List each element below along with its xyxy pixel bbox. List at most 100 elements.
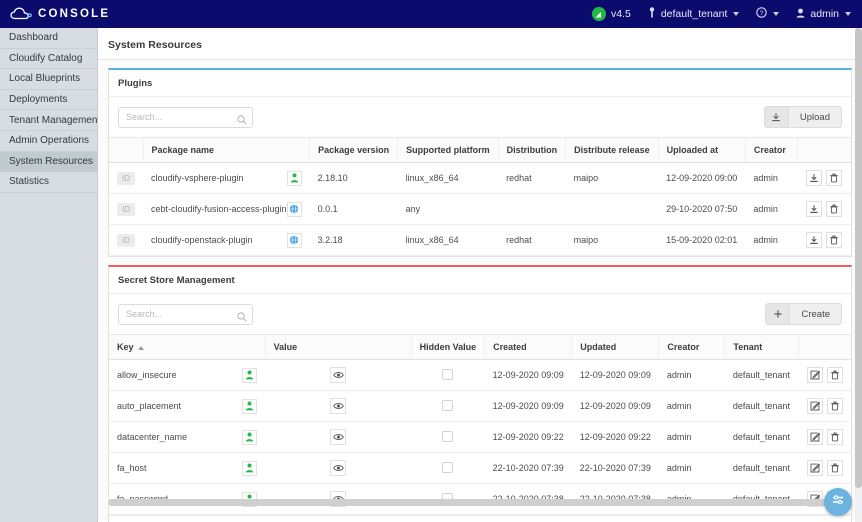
delete-icon[interactable] [826, 232, 842, 248]
upload-icon[interactable] [764, 106, 788, 128]
package-name-label: cebt-cloudify-fusion-access-plugin [151, 204, 287, 214]
sidebar-item-label: Admin Operations [9, 135, 89, 146]
plugins-search[interactable] [118, 107, 253, 128]
sidebar-item-local-blueprints[interactable]: Local Blueprints [0, 69, 97, 90]
plugins-table-head: Package namePackage versionSupported pla… [109, 138, 851, 163]
sidebar-item-label: Deployments [9, 94, 67, 105]
plugins-col-header[interactable]: Creator [745, 138, 798, 163]
delete-icon[interactable] [827, 429, 843, 445]
eye-icon[interactable] [330, 460, 346, 476]
secrets-col-header[interactable]: Hidden Value [411, 335, 485, 360]
sidebar-item-dashboard[interactable]: Dashboard [0, 28, 97, 49]
horizontal-scrollbar-thumb[interactable] [108, 499, 843, 506]
secrets-col-header[interactable]: Created [485, 335, 572, 360]
download-icon[interactable] [806, 170, 822, 186]
secret-key-cell: auto_placement [109, 391, 265, 422]
sidebar-item-system-resources[interactable]: System Resources [0, 152, 97, 173]
delete-icon[interactable] [827, 398, 843, 414]
uploaded-at-cell: 29-10-2020 07:50 [658, 194, 745, 225]
plugins-toolbar: Upload [109, 97, 851, 137]
vertical-scrollbar[interactable] [855, 28, 862, 522]
plugins-table-wrap: Package namePackage versionSupported pla… [109, 137, 851, 256]
plugins-col-header[interactable] [109, 138, 143, 163]
plugins-upload-group[interactable]: Upload [764, 106, 842, 128]
hidden-value-checkbox[interactable] [442, 431, 453, 442]
version-indicator[interactable]: v4.5 [592, 7, 631, 21]
brand[interactable]: CONSOLE [0, 7, 98, 22]
download-icon[interactable] [806, 232, 822, 248]
edit-icon[interactable] [807, 367, 823, 383]
plugins-col-header[interactable]: Distribution [498, 138, 566, 163]
secrets-create-group[interactable]: Create [765, 303, 842, 325]
globe-blue-icon [287, 202, 302, 217]
secrets-col-header[interactable]: Value [265, 335, 411, 360]
secrets-col-header[interactable]: Tenant [725, 335, 799, 360]
secrets-col-header[interactable]: Creator [659, 335, 725, 360]
hidden-value-checkbox[interactable] [442, 369, 453, 380]
sidebar-item-statistics[interactable]: Statistics [0, 172, 97, 193]
secrets-search[interactable] [118, 304, 253, 325]
user-icon [796, 8, 805, 21]
secrets-search-input[interactable] [118, 304, 253, 325]
eye-icon[interactable] [330, 367, 346, 383]
plugins-col-header[interactable]: Package name [143, 138, 310, 163]
row-actions [807, 367, 843, 383]
table-row[interactable]: datacenter_name12-09-2020 09:2212-09-202… [109, 422, 851, 453]
sidebar-item-tenant-management[interactable]: Tenant Management [0, 110, 97, 131]
table-row[interactable]: IDcloudify-openstack-plugin3.2.18linux_x… [109, 225, 851, 256]
plugins-search-input[interactable] [118, 107, 253, 128]
create-button[interactable]: Create [789, 303, 842, 325]
plugins-col-header[interactable]: Package version [310, 138, 398, 163]
edit-icon[interactable] [807, 460, 823, 476]
sidebar-item-cloudify-catalog[interactable]: Cloudify Catalog [0, 49, 97, 70]
secret-key-label: fa_host [117, 463, 147, 473]
delete-icon[interactable] [826, 170, 842, 186]
creator-cell: admin [659, 422, 725, 453]
table-row[interactable]: auto_placement12-09-2020 09:0912-09-2020… [109, 391, 851, 422]
secrets-col-header[interactable]: Key [109, 335, 265, 360]
chevron-down-icon [845, 12, 851, 16]
table-row[interactable]: allow_insecure12-09-2020 09:0912-09-2020… [109, 360, 851, 391]
hidden-value-cell [411, 391, 485, 422]
edit-icon[interactable] [807, 398, 823, 414]
plugins-col-header[interactable]: Uploaded at [658, 138, 745, 163]
secrets-col-header[interactable] [799, 335, 851, 360]
hidden-value-checkbox[interactable] [442, 462, 453, 473]
row-actions [806, 170, 843, 186]
secrets-col-header[interactable]: Updated [572, 335, 659, 360]
edit-icon[interactable] [807, 429, 823, 445]
sidebar-item-deployments[interactable]: Deployments [0, 90, 97, 111]
plugins-col-header[interactable]: Distribute release [566, 138, 659, 163]
upload-button[interactable]: Upload [788, 106, 842, 128]
distribution-cell [498, 194, 566, 225]
plugins-col-header[interactable]: Supported platform [398, 138, 499, 163]
eye-icon[interactable] [330, 398, 346, 414]
delete-icon[interactable] [827, 367, 843, 383]
filter-icon [831, 493, 845, 512]
tenant-cell: default_tenant [725, 422, 799, 453]
horizontal-scrollbar[interactable] [108, 499, 852, 506]
tenant-pin-icon [648, 7, 656, 21]
secrets-widget: Secret Store Management [108, 265, 852, 522]
table-row[interactable]: fa_host22-10-2020 07:3922-10-2020 07:39a… [109, 453, 851, 484]
vertical-scrollbar-thumb[interactable] [855, 28, 862, 488]
table-row[interactable]: IDcebt-cloudify-fusion-access-plugin0.0.… [109, 194, 851, 225]
hidden-value-checkbox[interactable] [442, 400, 453, 411]
package-name-cell: cebt-cloudify-fusion-access-plugin [143, 194, 310, 225]
tenant-label: default_tenant [661, 8, 728, 20]
help-menu[interactable]: ? [756, 7, 779, 21]
secret-key-label: datacenter_name [117, 432, 187, 442]
tenant-selector[interactable]: default_tenant [648, 7, 740, 21]
distribute-release-cell: maipo [566, 225, 659, 256]
plugins-col-header[interactable] [798, 138, 851, 163]
sidebar-item-admin-operations[interactable]: Admin Operations [0, 131, 97, 152]
user-menu[interactable]: admin [796, 8, 851, 21]
user-green-icon [242, 430, 257, 445]
plus-icon[interactable] [765, 303, 789, 325]
download-icon[interactable] [806, 201, 822, 217]
delete-icon[interactable] [827, 460, 843, 476]
filter-fab-button[interactable] [824, 488, 852, 516]
delete-icon[interactable] [826, 201, 842, 217]
table-row[interactable]: IDcloudify-vsphere-plugin2.18.10linux_x8… [109, 163, 851, 194]
eye-icon[interactable] [330, 429, 346, 445]
